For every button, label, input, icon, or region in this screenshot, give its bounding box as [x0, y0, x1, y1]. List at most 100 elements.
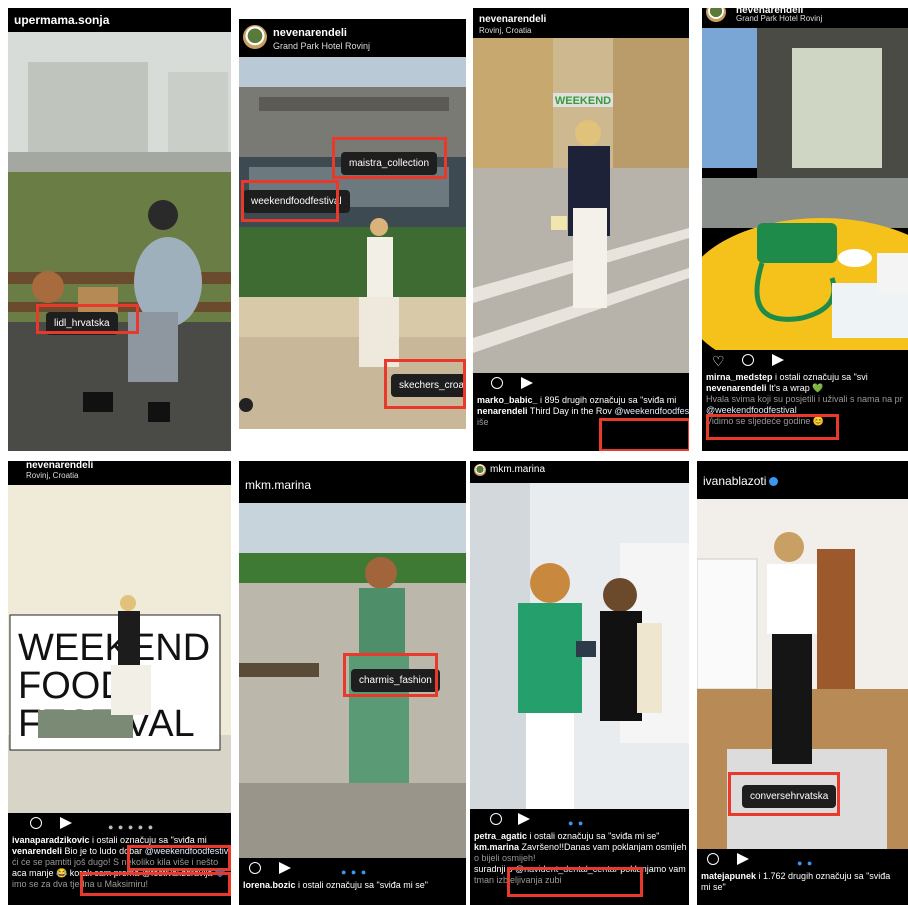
post-footer: ● ● ● lorena.bozic i ostali označuju sa …	[239, 858, 466, 905]
likes-line: mirna_medstep i ostali označuju sa "svi	[702, 372, 908, 383]
comment-icon[interactable]	[490, 813, 502, 825]
caption-line: Hvala svima koji su posjetili i uživali …	[706, 394, 903, 404]
post-location[interactable]: Grand Park Hotel Rovinj	[736, 14, 822, 23]
action-bar: ● ● ●	[239, 858, 466, 880]
post-card[interactable]: nevenarendeli Rovinj, Croatia WEEKEND FO…	[8, 461, 231, 905]
post-card[interactable]: mkm.marina ● ● petra_agatic i ostali ozn…	[470, 461, 689, 905]
verified-icon	[769, 477, 779, 487]
carousel-dots-icon: ● ● ●	[341, 867, 368, 877]
caption-text: It's a wrap 💚	[766, 383, 824, 393]
post-username[interactable]: nevenarendeli	[273, 27, 347, 39]
post-card[interactable]: nevenarendeli Rovinj, Croatia WEEKEND ma…	[473, 8, 689, 451]
comment-icon[interactable]	[491, 377, 503, 389]
post-username-text: ivanablazoti	[703, 474, 767, 488]
post-photo[interactable]: WEEKEND	[473, 38, 689, 373]
likes-line: lorena.bozic i ostali označuju sa "sviđa…	[239, 880, 466, 891]
avatar[interactable]	[243, 25, 267, 49]
post-header: nevenarendeli Grand Park Hotel Rovinj	[702, 8, 908, 28]
post-username[interactable]: mkm.marina	[490, 464, 545, 475]
carousel-dots-icon: ● ● ● ● ●	[108, 822, 155, 832]
send-icon[interactable]	[279, 862, 291, 874]
send-icon[interactable]	[772, 354, 784, 366]
post-header: nevenarendeli Grand Park Hotel Rovinj	[239, 19, 466, 57]
highlight-box	[706, 414, 839, 440]
comment-icon[interactable]	[707, 853, 719, 865]
likes-text: i ostali označuju sa "sviđa mi se"	[295, 880, 428, 890]
post-card[interactable]: nevenarendeli Grand Park Hotel Rovinj ♡ …	[702, 8, 908, 451]
post-photo[interactable]	[470, 483, 689, 809]
svg-text:WEEKEND: WEEKEND	[555, 95, 611, 107]
post-username[interactable]: upermama.sonja	[14, 13, 109, 27]
post-username[interactable]: ivanablazoti	[703, 474, 779, 488]
post-footer: ● ● matejapunek i 1.762 drugih označuju …	[697, 849, 908, 905]
send-icon[interactable]	[521, 377, 533, 389]
caption-username[interactable]: nenarendeli	[477, 406, 528, 416]
heart-icon[interactable]: ♡	[712, 354, 725, 369]
likes-line: matejapunek i 1.762 drugih označuju sa "…	[697, 871, 908, 882]
comment-icon[interactable]	[742, 354, 754, 366]
caption-username[interactable]: nevenarendeli	[706, 383, 767, 393]
action-bar: ♡	[702, 350, 908, 372]
caption-text: Završeno!!Danas vam poklanjam osmijeh 😊	[519, 842, 689, 852]
post-username[interactable]: mkm.marina	[245, 478, 311, 492]
likes-username[interactable]: marko_babic_	[477, 395, 538, 405]
post-card[interactable]: nevenarendeli Grand Park Hotel Rovinj ma…	[239, 19, 466, 429]
send-icon[interactable]	[518, 813, 530, 825]
post-card[interactable]: upermama.sonja lidl_hrvatska	[8, 8, 231, 451]
action-bar: ● ● ● ● ●	[8, 813, 231, 835]
comment-icon[interactable]	[30, 817, 42, 829]
likes-line: petra_agatic i ostali označuju sa "sviđa…	[470, 831, 689, 842]
post-location[interactable]: Rovinj, Croatia	[26, 471, 78, 480]
post-header: nevenarendeli Rovinj, Croatia	[473, 8, 689, 38]
avatar[interactable]	[706, 8, 726, 22]
post-header: nevenarendeli Rovinj, Croatia	[8, 461, 231, 485]
highlight-box	[332, 137, 447, 179]
post-location[interactable]: Grand Park Hotel Rovinj	[273, 41, 370, 51]
highlight-box	[127, 845, 231, 871]
post-header: mkm.marina	[470, 461, 689, 483]
likes-text: i ostali označuju sa "svi	[772, 372, 868, 382]
post-username[interactable]: nevenarendeli	[26, 461, 93, 471]
likes-text: i 1.762 drugih označuju sa "sviđa	[756, 871, 891, 881]
avatar[interactable]	[474, 464, 486, 476]
caption: nenarendeli Third Day in the Rov @weeken…	[473, 406, 689, 417]
likes-username[interactable]: ivanaparadzikovic	[12, 835, 90, 845]
highlight-box	[241, 180, 339, 222]
highlight-box	[384, 359, 466, 409]
action-bar	[473, 373, 689, 395]
caption-username[interactable]: km.marina	[474, 842, 519, 852]
post-photo[interactable]	[8, 32, 231, 451]
likes-username[interactable]: lorena.bozic	[243, 880, 296, 890]
likes-line-2: mi se"	[701, 882, 726, 892]
highlight-box	[343, 653, 438, 697]
caption-username[interactable]: venarendeli	[12, 846, 62, 856]
caption: km.marina Završeno!!Danas vam poklanjam …	[470, 842, 689, 853]
comment-icon[interactable]	[249, 862, 261, 874]
carousel-dots-icon: ● ●	[568, 818, 585, 828]
carousel-dots-icon: ● ●	[797, 858, 814, 868]
caption-text: Third Day in the Rov	[529, 406, 612, 416]
post-header: upermama.sonja	[8, 8, 231, 32]
caption-line: o bijeli osmijeh!	[474, 853, 536, 863]
caption-mention[interactable]: @weekendfoodfestiv	[614, 406, 689, 416]
likes-line: marko_babic_ i 895 drugih označuju sa "s…	[473, 395, 689, 406]
action-bar: ● ●	[697, 849, 908, 871]
highlight-box	[36, 304, 139, 334]
post-header: ivanablazoti	[697, 461, 908, 499]
post-photo[interactable]	[702, 28, 908, 350]
likes-username[interactable]: matejapunek	[701, 871, 756, 881]
post-card[interactable]: ivanablazoti conversehrvatska ● ● mateja…	[697, 461, 908, 905]
likes-username[interactable]: petra_agatic	[474, 831, 527, 841]
send-icon[interactable]	[60, 817, 72, 829]
likes-username[interactable]: mirna_medstep	[706, 372, 773, 382]
highlight-box	[599, 418, 689, 451]
caption: nevenarendeli It's a wrap 💚	[702, 383, 908, 394]
action-bar: ● ●	[470, 809, 689, 831]
likes-text: i ostali označuju sa "sviđa mi se"	[527, 831, 660, 841]
post-location[interactable]: Rovinj, Croatia	[479, 26, 531, 35]
send-icon[interactable]	[737, 853, 749, 865]
post-photo[interactable]: WEEKEND FOOD FESTIVAL	[8, 485, 231, 813]
highlight-box	[507, 867, 643, 897]
post-card[interactable]: mkm.marina charmis_fashion ● ● ● lorena.…	[239, 461, 466, 905]
post-username[interactable]: nevenarendeli	[479, 14, 546, 25]
